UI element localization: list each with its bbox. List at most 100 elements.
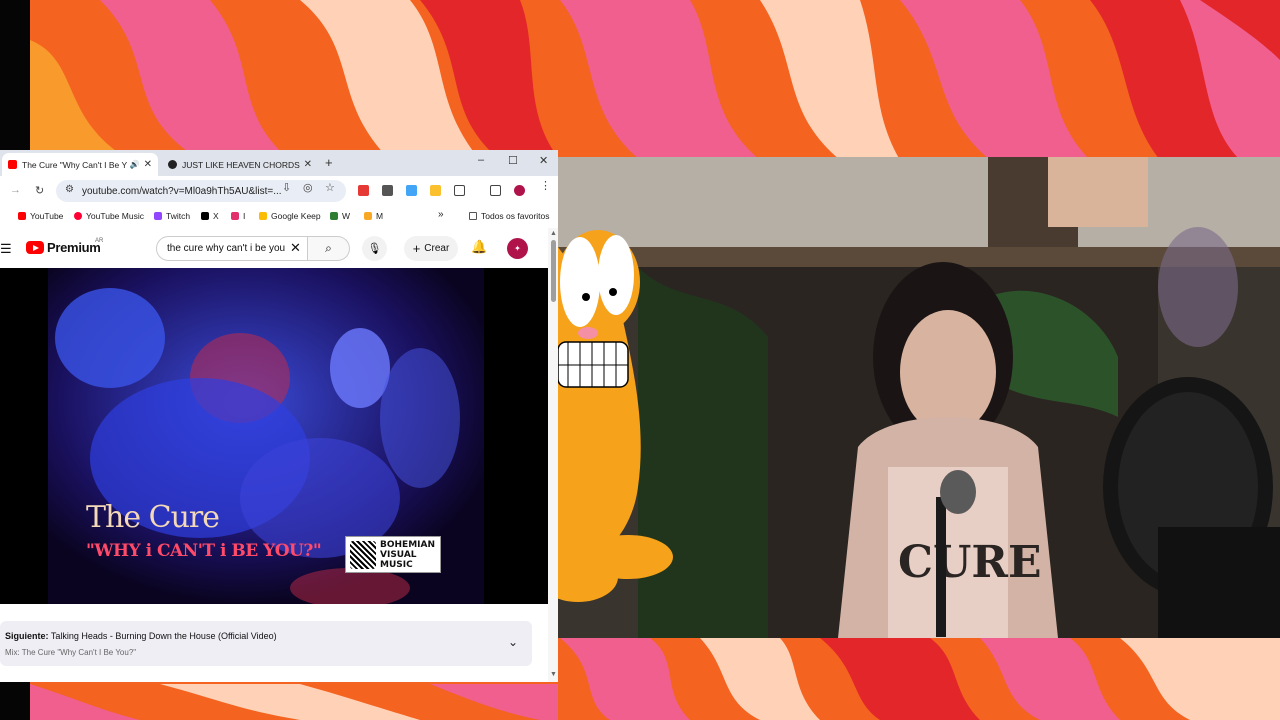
voice-search-button[interactable]: 🎙 bbox=[362, 236, 387, 261]
tab-strip: The Cure "Why Can't I Be Y 🔊 ✕ JUST LIKE… bbox=[0, 150, 558, 176]
video-overlay-subtitle: "WHY i CAN'T i BE YOU?" bbox=[86, 541, 322, 561]
youtube-page: ☰ Premium AR the cure why can't i be you… bbox=[0, 228, 558, 682]
search-icon: ⌕ bbox=[325, 241, 332, 255]
keep-icon bbox=[259, 212, 267, 220]
extension-shield-icon[interactable] bbox=[406, 185, 417, 196]
forward-icon[interactable]: → bbox=[10, 184, 21, 196]
profile-icon[interactable] bbox=[514, 185, 525, 196]
new-tab-button[interactable]: + bbox=[325, 155, 333, 170]
youtube-music-icon bbox=[74, 212, 82, 220]
svg-text:CURE: CURE bbox=[898, 537, 1042, 588]
plus-icon: + bbox=[412, 241, 421, 256]
more-menu-icon[interactable]: ⋮ bbox=[540, 179, 551, 192]
bvm-emblem-icon bbox=[350, 540, 376, 569]
bookmark-google-keep[interactable]: Google Keep bbox=[259, 211, 321, 221]
maximize-button[interactable]: ☐ bbox=[508, 154, 518, 167]
tab-close-icon[interactable]: ✕ bbox=[304, 159, 312, 170]
minimize-button[interactable]: – bbox=[478, 154, 484, 166]
mix-title: Mix: The Cure "Why Can't I Be You?" bbox=[5, 648, 137, 657]
video-overlay-title: The Cure bbox=[86, 500, 220, 535]
search-button[interactable]: ⌕ bbox=[308, 236, 350, 261]
chords-favicon-icon bbox=[168, 160, 177, 169]
scroll-up-arrow-icon[interactable]: ▲ bbox=[550, 230, 557, 237]
bvm-line: VISUAL bbox=[380, 549, 417, 560]
microphone-icon: 🎙 bbox=[367, 243, 382, 255]
up-next-panel[interactable]: Siguiente: Talking Heads - Burning Down … bbox=[0, 621, 532, 666]
video-player[interactable]: The Cure "WHY i CAN'T i BE YOU?" BOHEMIA… bbox=[0, 268, 548, 604]
bookmark-label: Google Keep bbox=[271, 211, 321, 221]
bookmark-m[interactable]: M bbox=[364, 211, 383, 221]
install-icon[interactable]: ⇩ bbox=[282, 181, 291, 194]
webcam-scene: CURE bbox=[558, 157, 1280, 638]
bookmark-x[interactable]: X bbox=[201, 211, 219, 221]
media-control-icon[interactable] bbox=[490, 185, 501, 196]
avatar-glyph: ✦ bbox=[514, 244, 521, 253]
w-icon bbox=[330, 212, 338, 220]
menu-icon[interactable]: ☰ bbox=[0, 241, 12, 257]
chevron-down-icon[interactable]: ⌄ bbox=[508, 635, 518, 649]
bookmark-label: X bbox=[213, 211, 219, 221]
all-favorites-folder[interactable]: Todos os favoritos bbox=[469, 211, 550, 221]
scroll-down-arrow-icon[interactable]: ▼ bbox=[550, 671, 557, 678]
bookmark-label: YouTube bbox=[30, 211, 64, 221]
bookmark-instagram[interactable]: I bbox=[231, 211, 245, 221]
youtube-logo-icon[interactable] bbox=[26, 241, 44, 254]
eye-slash-icon[interactable]: ◎ bbox=[303, 181, 313, 194]
bookmark-youtube[interactable]: YouTube bbox=[18, 211, 63, 221]
tab-the-cure[interactable]: The Cure "Why Can't I Be Y 🔊 ✕ bbox=[2, 153, 158, 176]
m-icon bbox=[364, 212, 372, 220]
bohemian-visual-music-logo: BOHEMIAN VISUAL MUSIC bbox=[345, 536, 441, 573]
youtube-premium-logo[interactable]: Premium bbox=[47, 240, 101, 255]
bookmark-label: Twitch bbox=[166, 211, 191, 221]
bookmark-twitch[interactable]: Twitch bbox=[154, 211, 190, 221]
close-window-button[interactable]: ✕ bbox=[539, 154, 548, 167]
notifications-bell-icon[interactable]: 🔔 bbox=[471, 239, 487, 255]
extension-camera-icon[interactable] bbox=[382, 185, 393, 196]
up-next-label: Siguiente: bbox=[5, 631, 49, 641]
bookmark-label: I bbox=[243, 211, 246, 221]
avatar[interactable]: ✦ bbox=[507, 238, 528, 259]
x-icon bbox=[201, 212, 209, 220]
tab-title: The Cure "Why Can't I Be Y bbox=[22, 159, 128, 170]
youtube-icon bbox=[18, 212, 26, 220]
region-code: AR bbox=[95, 238, 104, 244]
folder-icon bbox=[469, 212, 477, 220]
youtube-header: ☰ Premium AR the cure why can't i be you… bbox=[0, 228, 548, 268]
more-bookmarks-button[interactable]: » bbox=[438, 209, 444, 220]
browser-toolbar: → ↻ ⚙ youtube.com/watch?v=Ml0a9hTh5AU&li… bbox=[0, 176, 558, 206]
extension-abp-icon[interactable] bbox=[358, 185, 369, 196]
up-next-title: Talking Heads - Burning Down the House (… bbox=[50, 631, 277, 641]
url-text: youtube.com/watch?v=Ml0a9hTh5AU&list=... bbox=[82, 185, 282, 197]
bvm-line: MUSIC bbox=[380, 559, 413, 570]
search-input[interactable]: the cure why can't i be you bbox=[156, 236, 308, 261]
bookmarks-bar: YouTube YouTube Music Twitch X I Google … bbox=[0, 206, 558, 228]
search-value: the cure why can't i be you bbox=[167, 243, 286, 254]
twitch-icon bbox=[154, 212, 162, 220]
tab-title: JUST LIKE HEAVEN CHORDS by bbox=[182, 159, 300, 170]
bookmark-label: Todos os favoritos bbox=[481, 211, 550, 221]
bookmark-star-icon[interactable]: ☆ bbox=[325, 181, 335, 194]
site-info-icon[interactable]: ⚙ bbox=[65, 184, 74, 195]
youtube-favicon-icon bbox=[8, 160, 17, 169]
extension-keep-icon[interactable] bbox=[430, 185, 441, 196]
bvm-line: BOHEMIAN bbox=[380, 539, 435, 550]
bookmark-label: W bbox=[342, 211, 351, 221]
reload-icon[interactable]: ↻ bbox=[35, 184, 44, 197]
bvm-text: BOHEMIAN VISUAL MUSIC bbox=[380, 540, 435, 570]
bookmark-youtube-music[interactable]: YouTube Music bbox=[74, 211, 144, 221]
bookmark-label: M bbox=[376, 211, 384, 221]
bookmark-label: YouTube Music bbox=[86, 211, 144, 221]
clear-search-icon[interactable]: ✕ bbox=[290, 240, 301, 256]
tab-just-like-heaven[interactable]: JUST LIKE HEAVEN CHORDS by ✕ bbox=[162, 153, 318, 176]
browser-window: The Cure "Why Can't I Be Y 🔊 ✕ JUST LIKE… bbox=[0, 150, 558, 682]
bookmark-w[interactable]: W bbox=[330, 211, 350, 221]
extensions-puzzle-icon[interactable] bbox=[454, 185, 465, 196]
create-button[interactable]: + Crear bbox=[404, 236, 458, 261]
scrollbar-thumb[interactable] bbox=[551, 240, 556, 302]
instagram-icon bbox=[231, 212, 239, 220]
audio-icon[interactable]: 🔊 bbox=[130, 160, 140, 169]
tab-close-icon[interactable]: ✕ bbox=[144, 159, 152, 170]
webcam-feed: CURE bbox=[558, 157, 1280, 638]
create-label: Crear bbox=[424, 243, 450, 254]
up-next-line: Siguiente: Talking Heads - Burning Down … bbox=[5, 631, 277, 641]
